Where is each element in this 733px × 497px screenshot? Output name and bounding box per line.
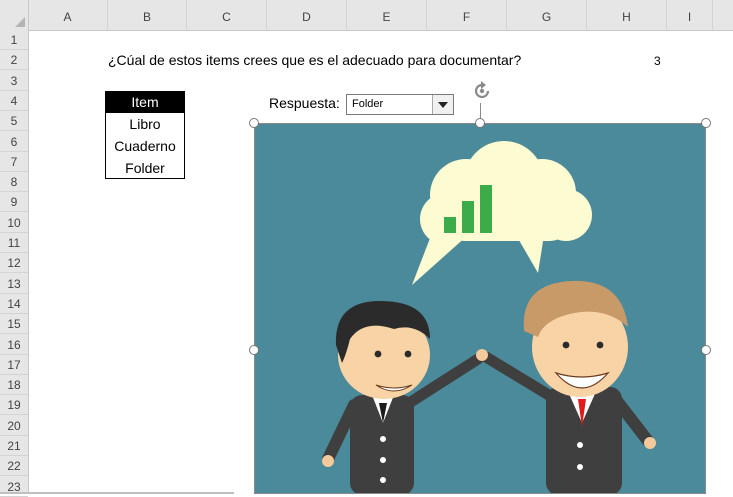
resize-handle-top-right[interactable] — [701, 118, 711, 128]
item-table-row[interactable]: Libro — [106, 113, 184, 135]
resize-handle-right[interactable] — [701, 345, 711, 355]
column-header-a[interactable]: A — [28, 0, 108, 30]
growth-bar — [444, 217, 456, 233]
row-header-8[interactable]: 8 — [0, 172, 28, 193]
row-header-3[interactable]: 3 — [0, 71, 28, 91]
column-header-d[interactable]: D — [267, 0, 347, 30]
item-table-row[interactable]: Folder — [106, 157, 184, 179]
question-cell[interactable]: ¿Cúal de estos items crees que es el ade… — [108, 52, 521, 68]
select-all-triangle-icon — [15, 17, 25, 27]
row-header-20[interactable]: 20 — [0, 416, 28, 436]
row-header-17[interactable]: 17 — [0, 355, 28, 375]
column-header-c[interactable]: C — [187, 0, 267, 30]
business-handshake-picture[interactable] — [254, 123, 706, 494]
item-table-row[interactable]: Cuaderno — [106, 135, 184, 157]
row-header-22[interactable]: 22 — [0, 456, 28, 477]
select-all-corner[interactable] — [0, 0, 29, 30]
row-header-12[interactable]: 12 — [0, 253, 28, 274]
row-header-6[interactable]: 6 — [0, 132, 28, 152]
row-header-5[interactable]: 5 — [0, 111, 28, 132]
row-header-18[interactable]: 18 — [0, 375, 28, 396]
item-table: Item Libro Cuaderno Folder — [105, 91, 185, 179]
column-header-e[interactable]: E — [347, 0, 427, 30]
column-header-i[interactable]: I — [667, 0, 713, 30]
row-header-14[interactable]: 14 — [0, 294, 28, 314]
row-header-4[interactable]: 4 — [0, 91, 28, 111]
resize-handle-top[interactable] — [475, 118, 485, 128]
row-header-1[interactable]: 1 — [0, 30, 28, 50]
row-header-13[interactable]: 13 — [0, 274, 28, 294]
row-header-7[interactable]: 7 — [0, 152, 28, 172]
answer-label: Respuesta: — [269, 95, 340, 111]
growth-bar — [462, 201, 474, 233]
row-header-21[interactable]: 21 — [0, 436, 28, 456]
row-header-10[interactable]: 10 — [0, 213, 28, 233]
resize-handle-left[interactable] — [249, 345, 259, 355]
row-header-9[interactable]: 9 — [0, 192, 28, 213]
item-table-header[interactable]: Item — [106, 92, 184, 113]
row-header-11[interactable]: 11 — [0, 233, 28, 253]
count-cell[interactable]: 3 — [654, 54, 661, 68]
row-header-15[interactable]: 15 — [0, 314, 28, 335]
row-header-2[interactable]: 2 — [0, 50, 28, 71]
growth-bar — [480, 185, 492, 233]
row-header-16[interactable]: 16 — [0, 335, 28, 355]
row-header-19[interactable]: 19 — [0, 395, 28, 416]
chevron-down-icon[interactable] — [432, 95, 453, 114]
column-header-f[interactable]: F — [427, 0, 507, 30]
resize-handle-top-left[interactable] — [249, 118, 259, 128]
answer-combo-box[interactable]: Folder — [346, 94, 454, 115]
column-header-h[interactable]: H — [587, 0, 667, 30]
answer-selected-value: Folder — [352, 98, 384, 110]
rotate-icon[interactable] — [470, 79, 494, 103]
column-header-g[interactable]: G — [507, 0, 587, 30]
column-header-b[interactable]: B — [108, 0, 187, 30]
